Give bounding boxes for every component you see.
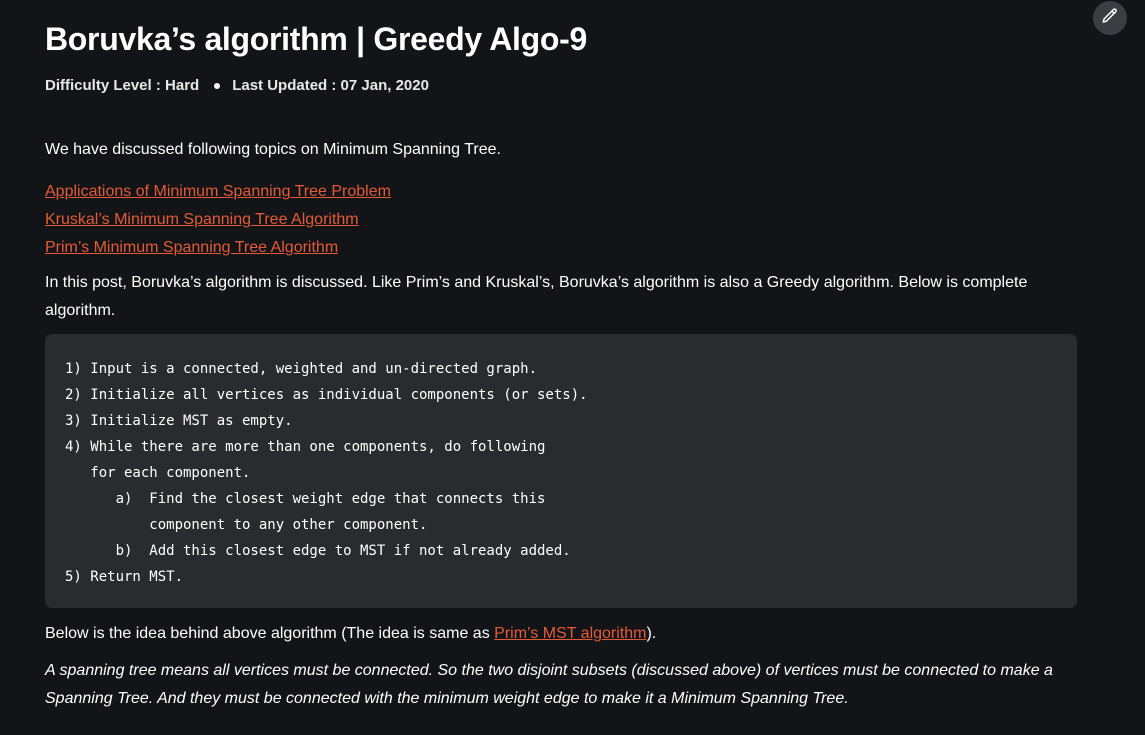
idea-text-prefix: Below is the idea behind above algorithm… [45,625,495,642]
code-line: 3) Initialize MST as empty. [65,413,293,429]
link-kruskal-mst[interactable]: Kruskal’s Minimum Spanning Tree Algorith… [45,206,391,234]
code-line: component to any other component. [65,517,428,533]
code-line: a) Find the closest weight edge that con… [65,491,546,507]
edit-button[interactable] [1093,1,1127,35]
article-page: Boruvka’s algorithm | Greedy Algo-9 Diff… [0,0,1145,735]
pencil-icon [1101,7,1119,30]
algorithm-code-block: 1) Input is a connected, weighted and un… [45,334,1077,608]
link-prim-mst[interactable]: Prim’s Minimum Spanning Tree Algorithm [45,234,391,262]
article-meta: Difficulty Level : Hard Last Updated : 0… [45,77,429,94]
description-paragraph: In this post, Boruvka’s algorithm is dis… [45,274,1028,319]
code-line: 5) Return MST. [65,569,184,585]
intro-text: We have discussed following topics on Mi… [45,141,501,158]
code-line: for each component. [65,465,251,481]
link-prim-mst-inline[interactable]: Prim’s MST algorithm [494,625,646,642]
page-title: Boruvka’s algorithm | Greedy Algo-9 [45,21,587,57]
difficulty-level: Difficulty Level : Hard [45,77,200,94]
spanning-tree-note: A spanning tree means all vertices must … [45,662,1053,707]
last-updated: Last Updated : 07 Jan, 2020 [232,77,429,94]
code-line: b) Add this closest edge to MST if not a… [65,543,571,559]
code-content: 1) Input is a connected, weighted and un… [65,356,1077,590]
idea-paragraph: Below is the idea behind above algorithm… [45,620,656,648]
link-applications-mst[interactable]: Applications of Minimum Spanning Tree Pr… [45,178,391,206]
code-line: 1) Input is a connected, weighted and un… [65,361,538,377]
code-line: 2) Initialize all vertices as individual… [65,387,588,403]
code-line: 4) While there are more than one compone… [65,439,546,455]
idea-text-suffix: ). [646,625,657,642]
related-links: Applications of Minimum Spanning Tree Pr… [45,178,391,262]
meta-separator-dot [214,82,221,89]
